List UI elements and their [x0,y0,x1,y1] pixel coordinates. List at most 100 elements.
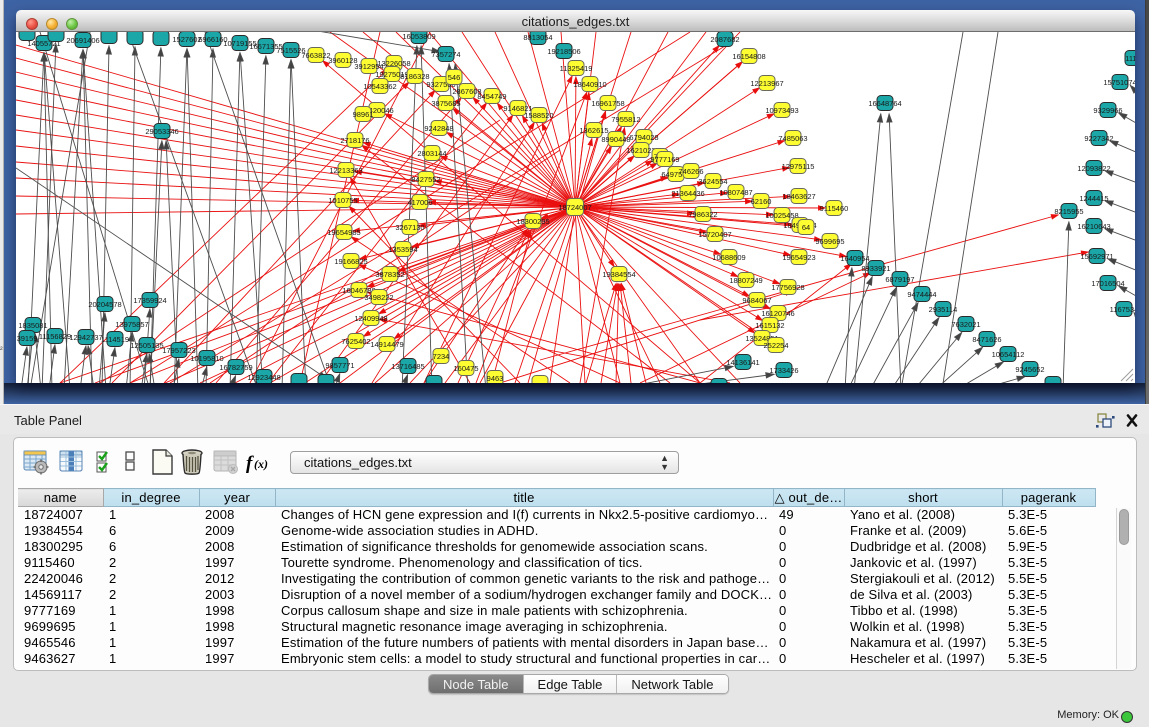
svg-text:8471626: 8471626 [972,335,1001,344]
svg-text:1010755: 1010755 [328,196,357,205]
svg-text:9684067: 9684067 [742,296,771,305]
svg-text:2803144: 2803144 [417,149,446,158]
svg-text:7955812: 7955812 [611,115,640,124]
svg-text:14914479: 14914479 [370,340,403,349]
svg-text:8454749: 8454749 [477,92,506,101]
svg-text:29053346: 29053346 [145,127,178,136]
svg-text:15751074: 15751074 [1103,78,1135,87]
svg-text:12923448: 12923448 [247,373,280,382]
svg-text:16648764: 16648764 [868,99,901,108]
svg-text:3878352: 3878352 [375,270,404,279]
svg-text:9242848: 9242848 [424,124,453,133]
svg-text:10195810: 10195810 [190,354,223,363]
svg-text:19654985: 19654985 [327,228,360,237]
svg-text:9474444: 9474444 [907,290,936,299]
svg-text:1621022: 1621022 [626,146,655,155]
svg-text:7632021: 7632021 [951,320,980,329]
svg-text:15720407: 15720407 [698,230,731,239]
svg-text:1640954: 1640954 [840,254,869,263]
svg-text:16120746: 16120746 [761,309,794,318]
svg-text:17359924: 17359924 [133,296,166,305]
svg-text:10973493: 10973493 [765,106,798,115]
svg-text:1167534: 1167534 [1110,305,1135,314]
svg-text:417006: 417006 [407,198,432,207]
svg-text:20691406: 20691406 [66,36,99,45]
svg-text:1114519: 1114519 [101,335,129,344]
svg-text:9115460: 9115460 [820,204,849,213]
svg-text:1527602: 1527602 [172,35,201,44]
svg-text:11325419: 11325419 [560,64,593,73]
svg-text:13975857: 13975857 [115,320,148,329]
svg-text:2718176: 2718176 [340,136,369,145]
svg-text:16154808: 16154808 [732,52,765,61]
svg-text:7357274: 7357274 [431,50,460,59]
svg-text:2935114: 2935114 [929,305,958,314]
svg-text:21364436: 21364436 [671,189,704,198]
svg-text:64: 64 [802,223,810,232]
svg-text:7485063: 7485063 [778,134,807,143]
svg-text:18463627: 18463627 [782,192,815,201]
svg-text:252254: 252254 [763,341,788,350]
svg-text:2087682: 2087682 [710,35,739,44]
svg-text:(x): (x) [254,457,268,471]
svg-text:18300295: 18300295 [516,217,549,226]
svg-text:19384554: 19384554 [602,270,635,279]
svg-text:1353594: 1353594 [388,245,417,254]
svg-text:8215955: 8215955 [1054,207,1083,216]
svg-text:746266: 746266 [678,167,703,176]
svg-text:12213967: 12213967 [750,79,783,88]
svg-text:19218506: 19218506 [547,47,580,56]
svg-text:10688609: 10688609 [712,253,745,262]
svg-text:98961: 98961 [353,110,374,119]
svg-text:20204578: 20204578 [88,300,121,309]
svg-text:3624554: 3624554 [698,177,727,186]
svg-text:9857771: 9857771 [325,361,354,370]
svg-text:12093822: 12093822 [1077,164,1110,173]
svg-text:16210643: 16210643 [1077,222,1110,231]
svg-text:17016504: 17016504 [1091,279,1124,288]
svg-text:9329966: 9329966 [1093,106,1122,115]
svg-text:15692971: 15692971 [1080,252,1113,261]
svg-text:8186328: 8186328 [400,72,429,81]
svg-text:18807249: 18807249 [729,276,762,285]
svg-text:39159: 39159 [17,334,38,343]
svg-text:13716485: 13716485 [391,362,424,371]
svg-text:1733426: 1733426 [769,366,798,375]
svg-text:1244415: 1244415 [1079,194,1108,203]
svg-text:19654923: 19654923 [782,253,815,262]
svg-text:6794028: 6794028 [629,133,658,142]
svg-text:6879197: 6879197 [885,275,914,284]
svg-text:8427552: 8427552 [411,175,440,184]
svg-text:7234: 7234 [433,352,450,361]
svg-text:1615132: 1615132 [755,321,784,330]
svg-text:9227342: 9227342 [1084,134,1113,143]
svg-text:12942737: 12942737 [69,333,102,342]
svg-text:9699695: 9699695 [815,237,844,246]
svg-text:3498222: 3498222 [364,293,393,302]
svg-text:7625402: 7625402 [341,337,370,346]
svg-text:19166825: 19166825 [334,257,367,266]
svg-text:16961758: 16961758 [591,99,624,108]
svg-text:1112: 1112 [1125,54,1135,63]
svg-text:160475: 160475 [453,364,478,373]
svg-text:14136141: 14136141 [726,358,759,367]
svg-text:11156829: 11156829 [39,332,71,341]
svg-text:3960128: 3960128 [328,56,357,65]
svg-text:18724007: 18724007 [558,203,591,212]
svg-text:1588520: 1588520 [524,111,553,120]
svg-text:9245652: 9245652 [1015,365,1044,374]
svg-text:10654112: 10654112 [992,350,1025,359]
svg-text:3875685: 3875685 [431,99,460,108]
svg-text:12505135: 12505135 [130,341,163,350]
svg-text:1362615: 1362615 [579,126,608,135]
svg-text:3267130: 3267130 [395,223,424,232]
svg-text:12409948: 12409948 [354,314,387,323]
svg-text:16782759: 16782759 [219,363,252,372]
svg-text:8933921: 8933921 [861,264,890,273]
svg-text:17756928: 17756928 [771,283,804,292]
svg-text:62160: 62160 [751,197,772,206]
svg-text:9463: 9463 [487,374,504,383]
svg-text:16053809: 16053809 [402,32,435,41]
svg-text:7663822: 7663822 [301,51,330,60]
svg-text:1835081: 1835081 [18,321,47,330]
